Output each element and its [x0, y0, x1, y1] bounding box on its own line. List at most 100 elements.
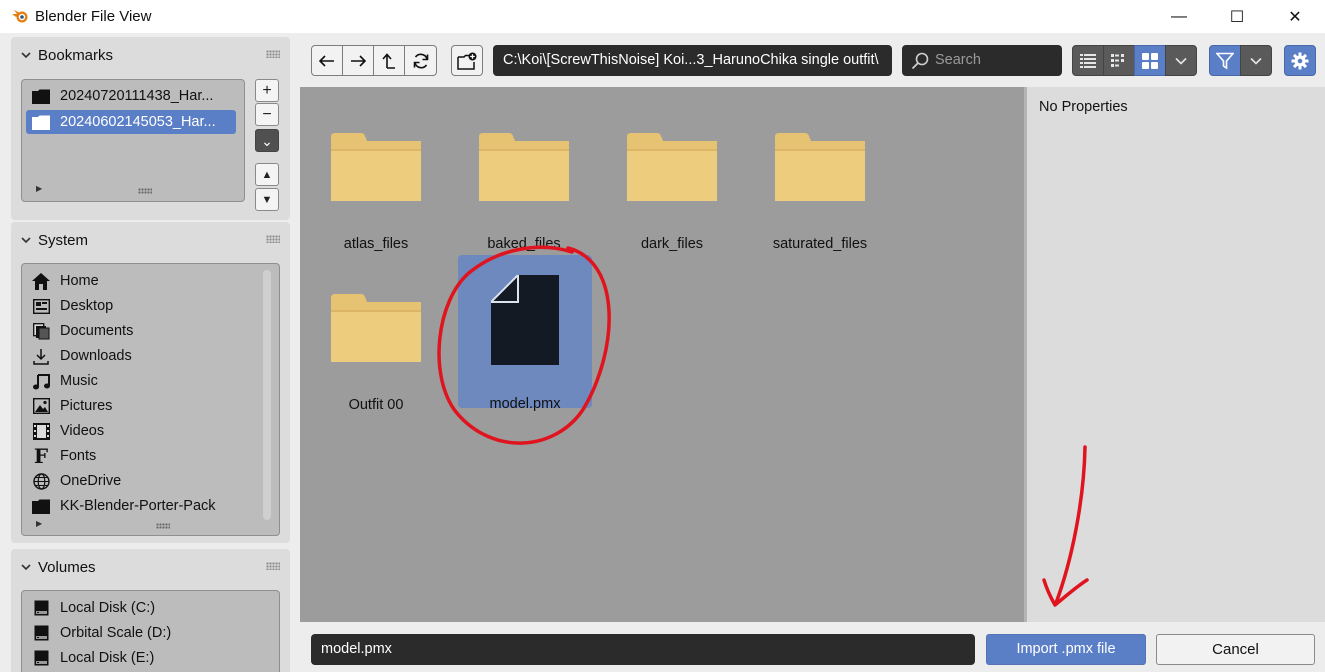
- directory-path-input[interactable]: C:\Koi\[ScrewThisNoise] Koi...3_HarunoCh…: [493, 45, 892, 76]
- system-item-label: Documents: [60, 323, 134, 339]
- blender-logo-icon: [12, 10, 28, 23]
- maximize-button[interactable]: ☐: [1208, 0, 1266, 33]
- system-item-label: OneDrive: [60, 473, 122, 489]
- import-button[interactable]: Import .pmx file: [986, 634, 1146, 665]
- folder-icon: [32, 113, 50, 131]
- maximize-icon: ☐: [1229, 8, 1245, 26]
- system-item-pictures[interactable]: Pictures: [26, 394, 262, 418]
- folder-icon: [775, 133, 865, 201]
- bookmarks-header[interactable]: Bookmarks: [11, 37, 290, 73]
- refresh-icon: [413, 53, 428, 68]
- thumbnail-view-button[interactable]: [1134, 45, 1166, 76]
- system-item-downloads[interactable]: Downloads: [26, 344, 262, 368]
- minimize-button[interactable]: —: [1150, 0, 1208, 33]
- filter-toggle-button[interactable]: [1209, 45, 1241, 76]
- file-action-bar: model.pmx Import .pmx file Cancel: [300, 622, 1325, 672]
- file-tile-selected[interactable]: model.pmx: [458, 255, 592, 412]
- search-input[interactable]: Search: [902, 45, 1062, 76]
- display-options-dropdown[interactable]: [1165, 45, 1197, 76]
- system-item-music[interactable]: Music: [26, 369, 262, 393]
- system-list: Home Desktop Documents Downloads Music P…: [21, 263, 280, 536]
- file-tile[interactable]: atlas_files: [309, 95, 443, 252]
- system-item-desktop[interactable]: Desktop: [26, 294, 262, 318]
- bookmark-item[interactable]: 20240720111438_Har...: [26, 84, 240, 108]
- settings-button[interactable]: [1284, 45, 1316, 76]
- fonts-icon: F: [33, 444, 49, 468]
- refresh-button[interactable]: [404, 45, 437, 76]
- arrow-down-icon: ▼: [261, 193, 273, 206]
- system-item-label: Videos: [60, 423, 105, 439]
- folder-icon: [331, 133, 421, 201]
- forward-button[interactable]: [342, 45, 374, 76]
- system-item-fonts[interactable]: F Fonts: [26, 444, 262, 468]
- volume-label: Orbital Scale (D:): [60, 625, 172, 641]
- move-up-button[interactable]: ▲: [255, 163, 279, 186]
- drag-grip-icon[interactable]: [266, 235, 280, 243]
- system-item-home[interactable]: Home: [26, 269, 262, 293]
- vertical-list-icon: [1080, 53, 1096, 68]
- horizontal-list-view-button[interactable]: [1103, 45, 1135, 76]
- disk-icon: [32, 649, 50, 667]
- new-folder-button[interactable]: [451, 45, 483, 76]
- volumes-header[interactable]: Volumes: [11, 549, 290, 585]
- system-item-label: Music: [60, 373, 98, 389]
- volume-item-c[interactable]: Local Disk (C:): [26, 596, 262, 620]
- system-item-onedrive[interactable]: OneDrive: [26, 469, 262, 493]
- disk-icon: [32, 599, 50, 617]
- filter-options-dropdown[interactable]: [1240, 45, 1272, 76]
- arrow-left-icon: [319, 54, 334, 67]
- system-item-documents[interactable]: Documents: [26, 319, 262, 343]
- close-button[interactable]: ✕: [1266, 0, 1324, 33]
- cancel-button[interactable]: Cancel: [1156, 634, 1315, 665]
- volumes-title: Volumes: [38, 559, 96, 576]
- file-tile[interactable]: dark_files: [605, 95, 739, 252]
- filter-icon: [1216, 52, 1234, 69]
- drag-grip-icon[interactable]: [266, 50, 280, 58]
- system-item-label: KK-Blender-Porter-Pack: [60, 498, 216, 514]
- download-icon: [32, 347, 50, 365]
- back-button[interactable]: [311, 45, 343, 76]
- videos-icon: [32, 422, 50, 440]
- file-grid: atlas_files baked_files dark_files satur…: [300, 87, 1024, 622]
- folder-icon: [331, 294, 421, 362]
- expand-triangle-icon[interactable]: ▶: [36, 519, 42, 528]
- volume-item-e[interactable]: Local Disk (E:): [26, 646, 262, 670]
- move-down-button[interactable]: ▼: [255, 188, 279, 211]
- system-panel: System Home Desktop Documents Downloads: [11, 222, 290, 543]
- remove-bookmark-button[interactable]: −: [255, 103, 279, 126]
- resize-grip-icon[interactable]: [138, 188, 152, 194]
- file-name: baked_files: [487, 236, 561, 252]
- file-tile[interactable]: Outfit 00: [309, 256, 443, 413]
- drag-grip-icon[interactable]: [266, 562, 280, 570]
- arrow-up-icon: ▲: [261, 168, 273, 181]
- filename-input[interactable]: model.pmx: [311, 634, 975, 665]
- file-tile[interactable]: saturated_files: [753, 95, 887, 252]
- minimize-icon: —: [1171, 7, 1187, 25]
- plus-icon: +: [262, 81, 272, 99]
- volume-item-d[interactable]: Orbital Scale (D:): [26, 621, 262, 645]
- add-bookmark-button[interactable]: +: [255, 79, 279, 102]
- parent-directory-button[interactable]: [373, 45, 405, 76]
- resize-grip-icon[interactable]: [156, 523, 170, 529]
- vertical-list-view-button[interactable]: [1072, 45, 1104, 76]
- system-title: System: [38, 232, 89, 249]
- properties-panel: No Properties: [1024, 87, 1325, 622]
- bookmark-item[interactable]: 20240602145053_Har...: [26, 110, 236, 134]
- chevron-down-icon: ⌄: [261, 132, 273, 149]
- system-item-label: Fonts: [60, 448, 97, 464]
- system-item-label: Home: [60, 273, 99, 289]
- window-titlebar: Blender File View — ☐ ✕: [0, 0, 1325, 33]
- file-browser-toolbar: C:\Koi\[ScrewThisNoise] Koi...3_HarunoCh…: [300, 33, 1325, 87]
- expand-triangle-icon[interactable]: ▶: [36, 184, 42, 193]
- system-item-videos[interactable]: Videos: [26, 419, 262, 443]
- search-placeholder: Search: [935, 52, 981, 68]
- system-item-kk-blender-porter-pack[interactable]: KK-Blender-Porter-Pack: [26, 494, 262, 518]
- arrow-right-icon: [351, 54, 366, 67]
- system-header[interactable]: System: [11, 222, 290, 258]
- disk-icon: [32, 624, 50, 642]
- volumes-panel: Volumes Local Disk (C:) Orbital Scale (D…: [11, 549, 290, 672]
- system-scrollbar[interactable]: [263, 270, 271, 520]
- file-name: dark_files: [640, 236, 704, 252]
- bookmark-menu-button[interactable]: ⌄: [255, 129, 279, 152]
- file-tile[interactable]: baked_files: [457, 95, 591, 252]
